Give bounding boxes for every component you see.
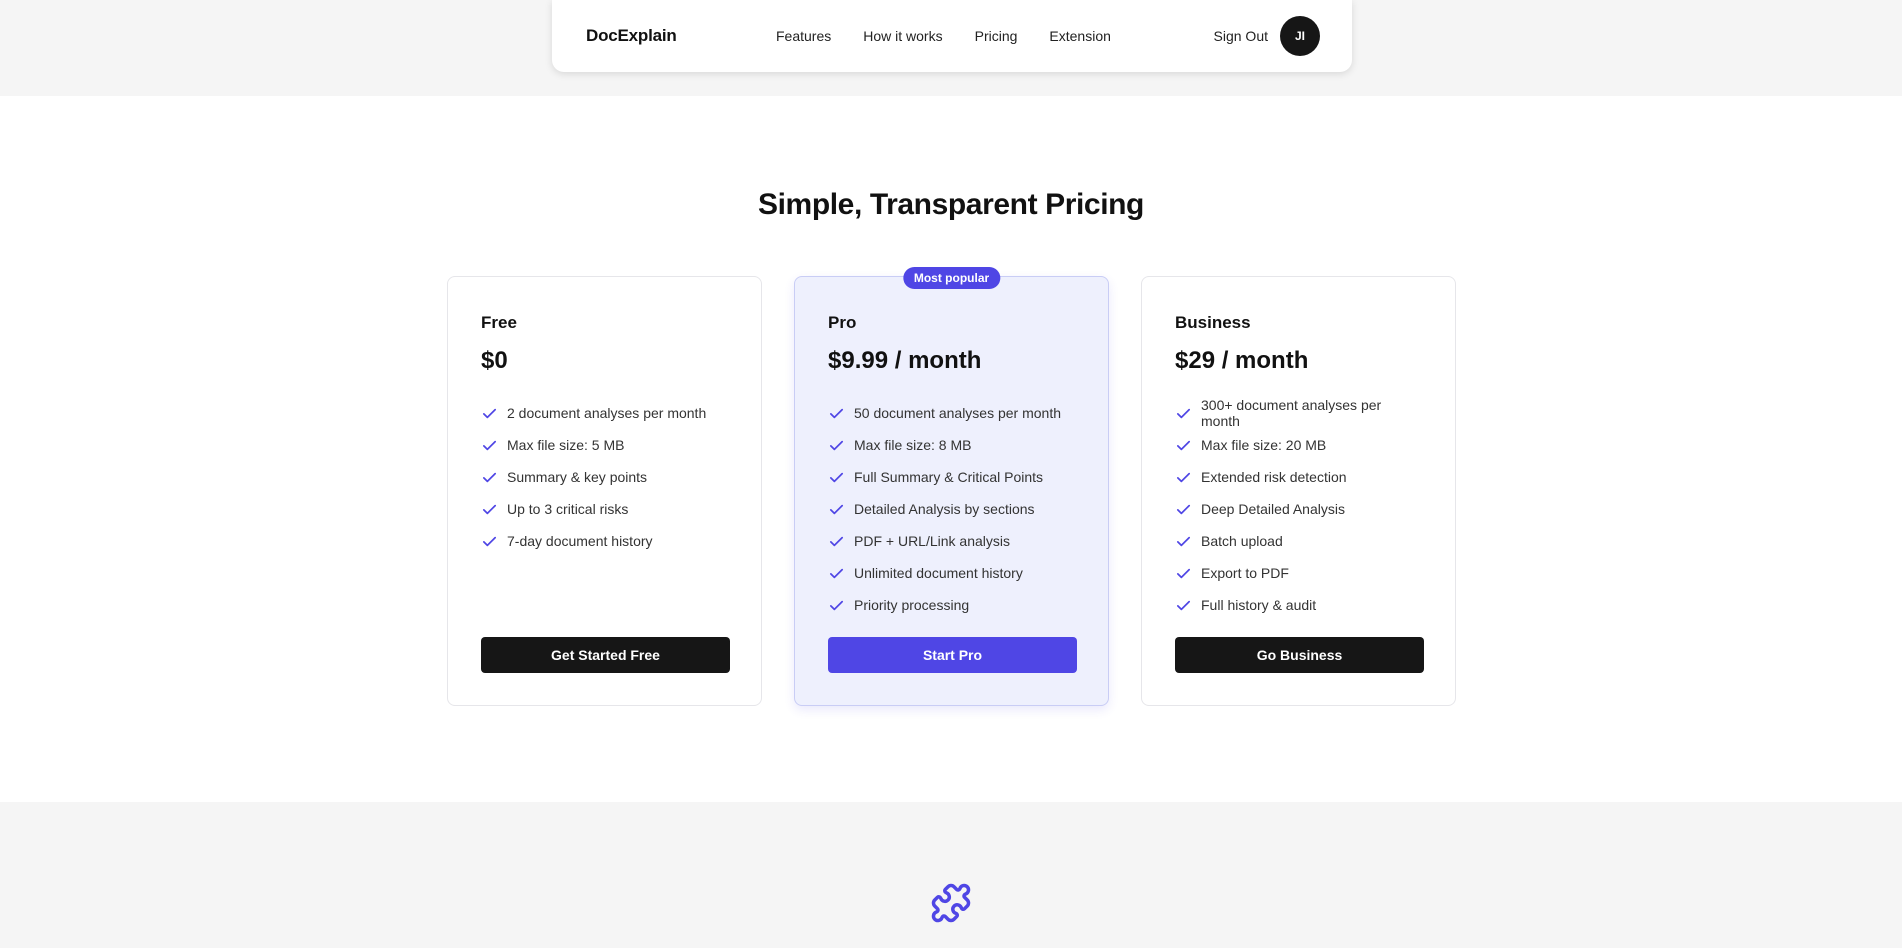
feature-item: 7-day document history xyxy=(481,525,729,557)
feature-item: Export to PDF xyxy=(1175,557,1423,589)
feature-text: Detailed Analysis by sections xyxy=(854,501,1035,517)
brand-logo[interactable]: DocExplain xyxy=(586,26,677,46)
feature-text: Batch upload xyxy=(1201,533,1283,549)
check-icon xyxy=(829,568,844,578)
feature-item: 300+ document analyses per month xyxy=(1175,397,1423,429)
check-icon xyxy=(1176,568,1191,578)
feature-text: Export to PDF xyxy=(1201,565,1289,581)
check-icon xyxy=(1176,504,1191,514)
check-icon xyxy=(482,440,497,450)
feature-text: 50 document analyses per month xyxy=(854,405,1062,421)
feature-item: Priority processing xyxy=(828,589,1076,621)
sign-out-link[interactable]: Sign Out xyxy=(1214,28,1268,44)
check-icon xyxy=(1176,472,1191,482)
feature-item: Batch upload xyxy=(1175,525,1423,557)
check-icon xyxy=(829,504,844,514)
check-icon xyxy=(829,600,844,610)
go-business-button[interactable]: Go Business xyxy=(1175,637,1424,673)
feature-item: Up to 3 critical risks xyxy=(481,493,729,525)
plan-name: Business xyxy=(1175,313,1251,332)
feature-text: Max file size: 20 MB xyxy=(1201,437,1327,453)
feature-list: 300+ document analyses per month Max fil… xyxy=(1175,397,1423,621)
feature-item: Max file size: 8 MB xyxy=(828,429,1076,461)
feature-item: 2 document analyses per month xyxy=(481,397,729,429)
feature-item: Max file size: 20 MB xyxy=(1175,429,1423,461)
plan-price: $29 / month xyxy=(1175,347,1309,374)
start-pro-button[interactable]: Start Pro xyxy=(828,637,1077,673)
nav-links: Features How it works Pricing Extension xyxy=(776,0,1111,72)
plan-card-pro: Most popular Pro $9.99 / month 50 docume… xyxy=(794,267,1109,706)
feature-item: Max file size: 5 MB xyxy=(481,429,729,461)
feature-item: PDF + URL/Link analysis xyxy=(828,525,1076,557)
feature-item: Extended risk detection xyxy=(1175,461,1423,493)
navbar: DocExplain Features How it works Pricing… xyxy=(552,0,1352,72)
plan-price: $0 xyxy=(481,347,508,374)
feature-text: Full history & audit xyxy=(1201,597,1317,613)
check-icon xyxy=(829,536,844,546)
check-icon xyxy=(1176,408,1191,418)
feature-text: Priority processing xyxy=(854,597,970,613)
feature-item: Full Summary & Critical Points xyxy=(828,461,1076,493)
check-icon xyxy=(829,472,844,482)
nav-user-area: Sign Out JI xyxy=(1214,0,1320,72)
feature-list: 2 document analyses per month Max file s… xyxy=(481,397,729,557)
check-icon xyxy=(1176,440,1191,450)
check-icon xyxy=(1176,536,1191,546)
header-band: DocExplain Features How it works Pricing… xyxy=(0,0,1902,96)
feature-text: Up to 3 critical risks xyxy=(507,501,629,517)
feature-item: Summary & key points xyxy=(481,461,729,493)
feature-text: Unlimited document history xyxy=(854,565,1023,581)
feature-text: Max file size: 8 MB xyxy=(854,437,972,453)
plan-price: $9.99 / month xyxy=(828,347,982,374)
feature-list: 50 document analyses per month Max file … xyxy=(828,397,1076,621)
plan-name: Free xyxy=(481,313,517,332)
most-popular-badge: Most popular xyxy=(902,267,1001,289)
feature-item: Unlimited document history xyxy=(828,557,1076,589)
pricing-section: Simple, Transparent Pricing Free $0 2 do… xyxy=(0,96,1902,802)
section-title: Simple, Transparent Pricing xyxy=(758,188,1144,221)
feature-item: Full history & audit xyxy=(1175,589,1423,621)
feature-text: 2 document analyses per month xyxy=(507,405,707,421)
puzzle-icon xyxy=(931,883,971,923)
avatar[interactable]: JI xyxy=(1280,16,1320,56)
plan-card-free: Free $0 2 document analyses per month Ma… xyxy=(447,276,762,706)
check-icon xyxy=(482,472,497,482)
feature-text: PDF + URL/Link analysis xyxy=(854,533,1011,549)
check-icon xyxy=(482,536,497,546)
feature-item: 50 document analyses per month xyxy=(828,397,1076,429)
check-icon xyxy=(829,408,844,418)
nav-link-extension[interactable]: Extension xyxy=(1049,28,1110,44)
feature-text: Max file size: 5 MB xyxy=(507,437,625,453)
feature-item: Deep Detailed Analysis xyxy=(1175,493,1423,525)
check-icon xyxy=(1176,600,1191,610)
feature-text: 7-day document history xyxy=(507,533,653,549)
check-icon xyxy=(829,440,844,450)
extension-section xyxy=(0,802,1902,948)
feature-text: Deep Detailed Analysis xyxy=(1201,501,1345,517)
feature-text: Full Summary & Critical Points xyxy=(854,469,1044,485)
get-started-free-button[interactable]: Get Started Free xyxy=(481,637,730,673)
nav-link-how-it-works[interactable]: How it works xyxy=(863,28,942,44)
plan-card-business: Business $29 / month 300+ document analy… xyxy=(1141,276,1456,706)
check-icon xyxy=(482,504,497,514)
nav-link-features[interactable]: Features xyxy=(776,28,831,44)
feature-text: Summary & key points xyxy=(507,469,648,485)
feature-text: Extended risk detection xyxy=(1201,469,1347,485)
check-icon xyxy=(482,408,497,418)
nav-link-pricing[interactable]: Pricing xyxy=(975,28,1018,44)
plan-name: Pro xyxy=(828,313,857,332)
feature-text: 300+ document analyses per month xyxy=(1201,397,1382,429)
feature-item: Detailed Analysis by sections xyxy=(828,493,1076,525)
